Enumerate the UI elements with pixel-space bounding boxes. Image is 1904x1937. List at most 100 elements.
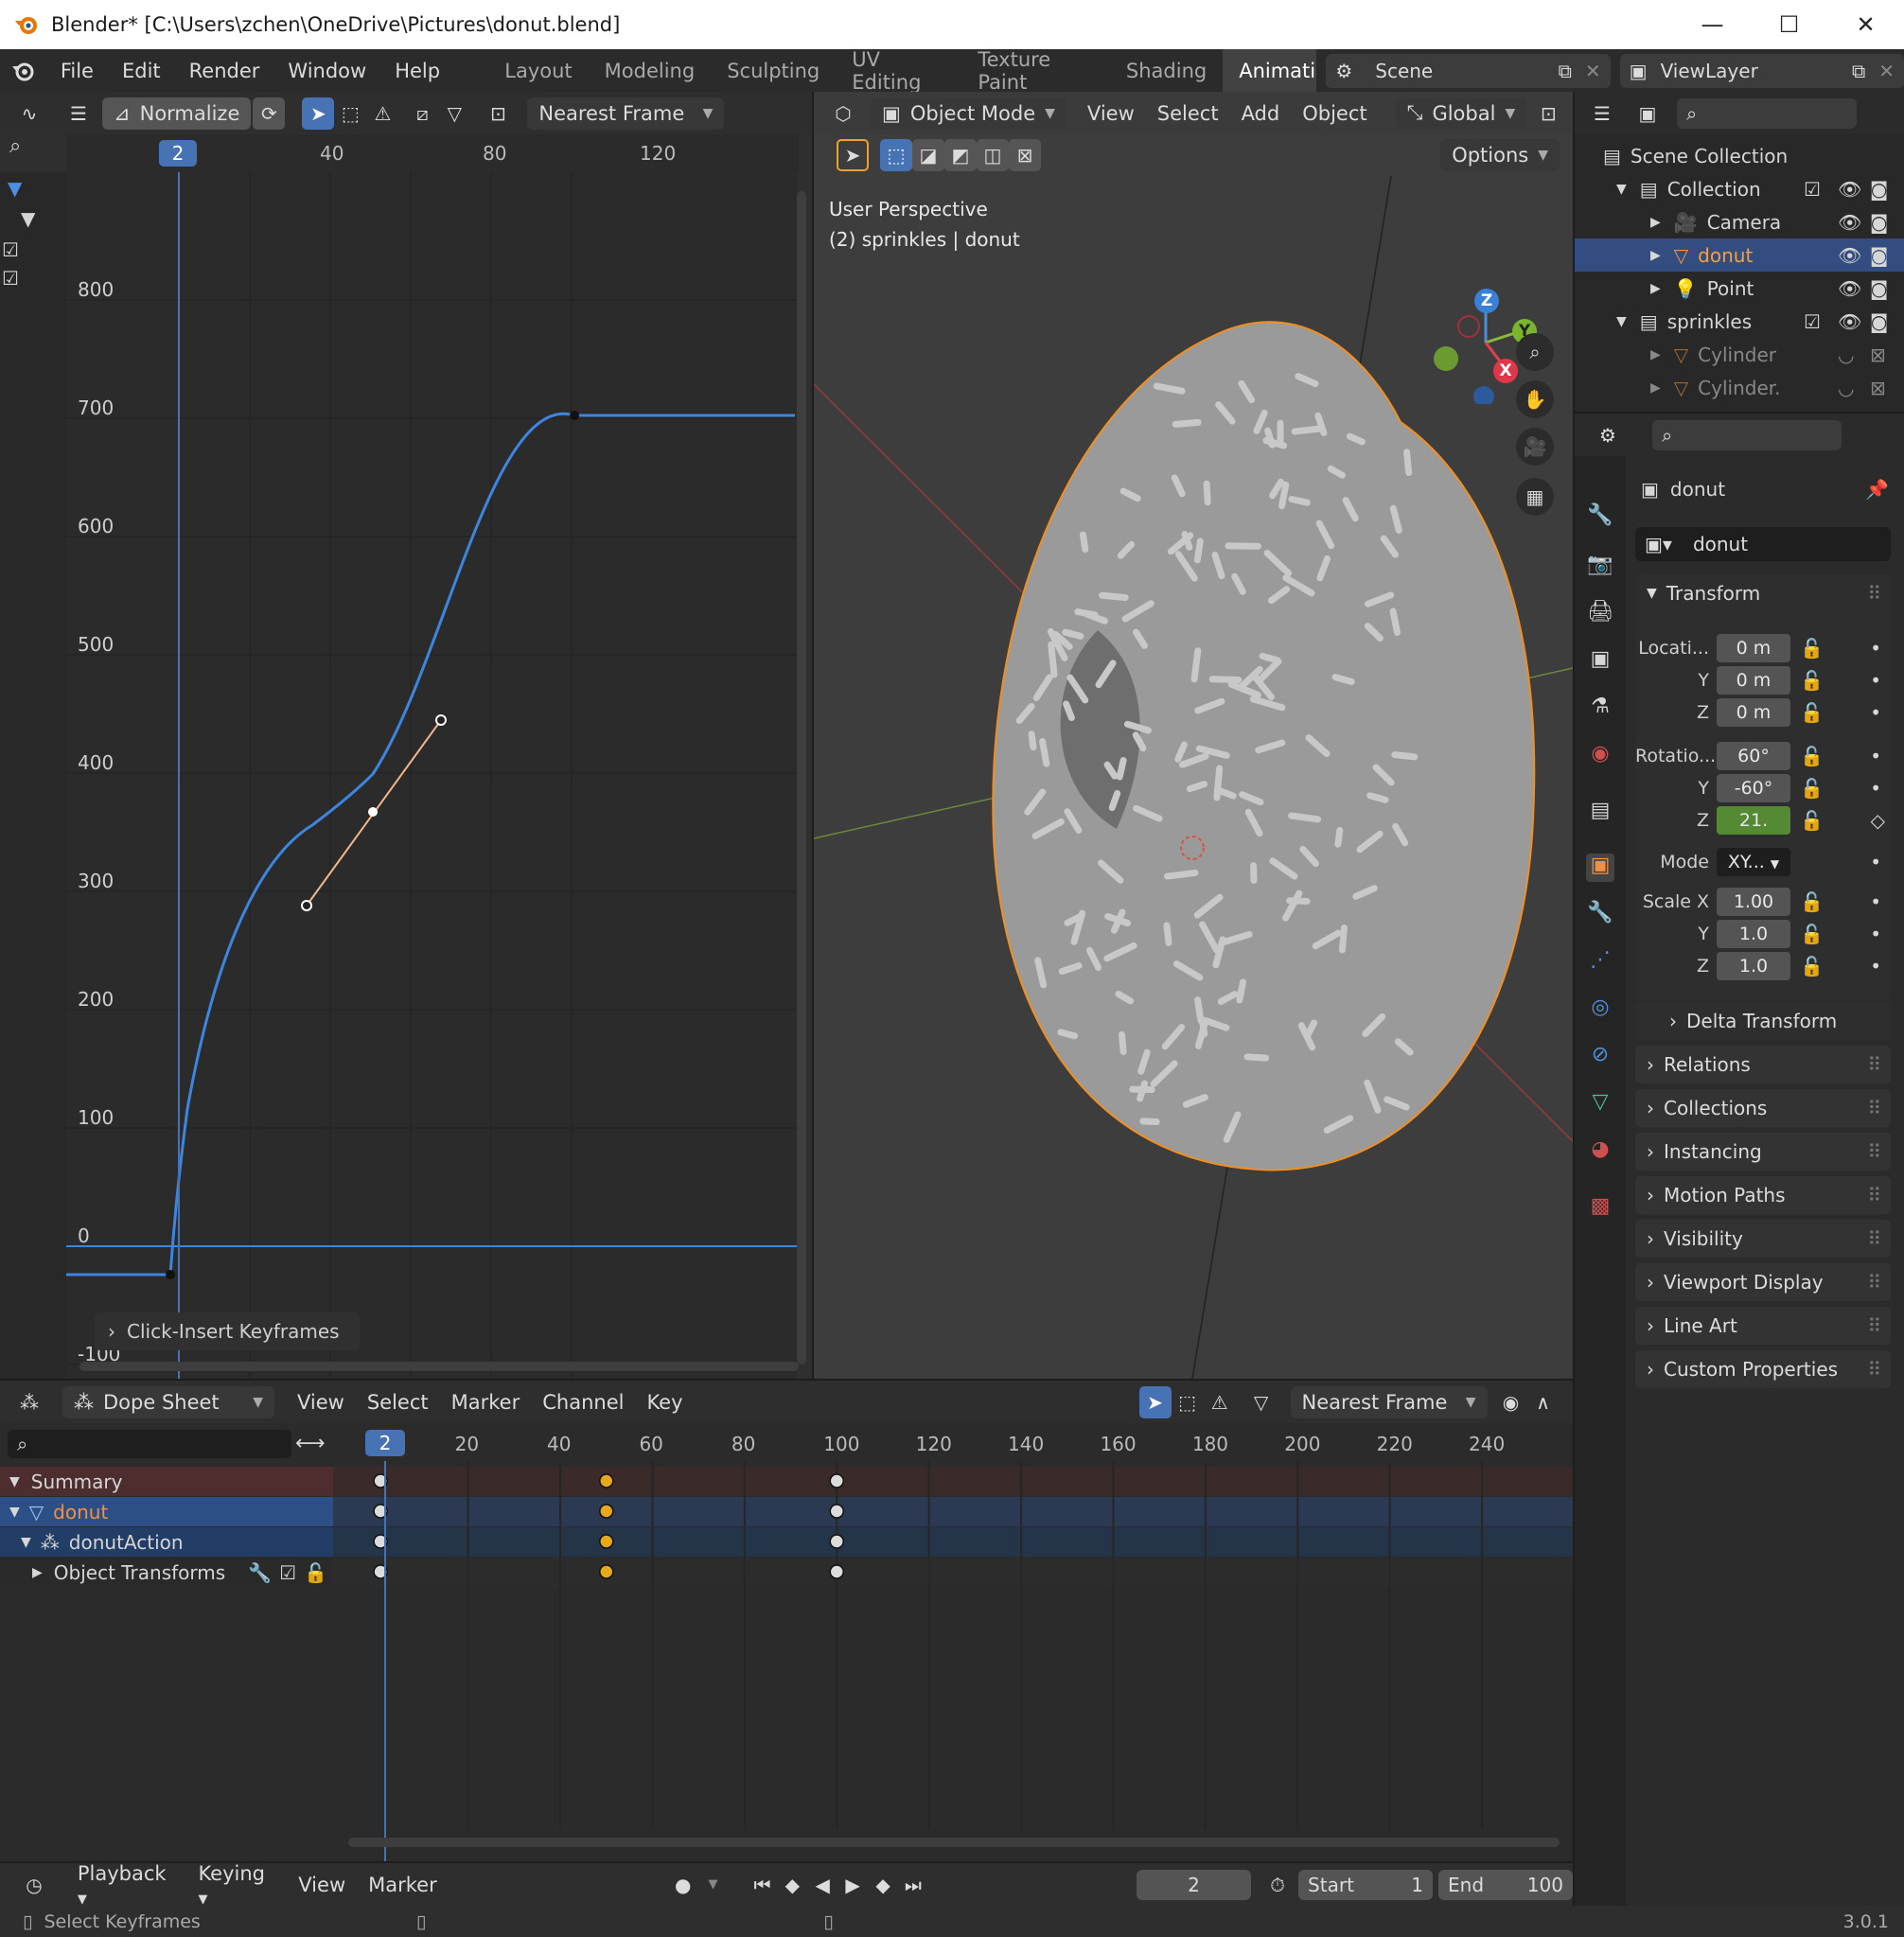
editor-type-icon[interactable]: ⬡ (827, 97, 859, 130)
outliner-item-cylinder[interactable]: ▶ ▽ Cylinder ◡ ⊠ (1575, 338, 1904, 371)
select-invert-icon[interactable]: ◫ (977, 139, 1009, 171)
viewport-menu-view[interactable]: View (1076, 102, 1146, 125)
dopesheet-menu-channel[interactable]: Channel (531, 1391, 635, 1414)
channel-search-input[interactable]: ⌕ (8, 1430, 291, 1458)
world-tab-icon[interactable]: ◉ (1586, 742, 1614, 770)
jump-start-icon[interactable]: ⏮ (748, 1869, 778, 1901)
menu-window[interactable]: Window (273, 60, 380, 82)
location-x-field[interactable]: 0 m (1717, 634, 1790, 662)
physics-tab-icon[interactable]: ◎ (1586, 995, 1614, 1024)
camera-render-off-icon[interactable]: ⊠ (1870, 343, 1886, 366)
viewport-menu-add[interactable]: Add (1230, 102, 1292, 125)
keyframe[interactable] (829, 1504, 845, 1519)
panel-visibility[interactable]: › Visibility ⠿ (1635, 1220, 1891, 1258)
select-extend-icon[interactable]: ◪ (912, 139, 944, 171)
scene-tab-icon[interactable]: ⚗ (1586, 695, 1614, 723)
render-tab-icon[interactable]: 📷 (1586, 553, 1614, 581)
panel-viewport-display[interactable]: › Viewport Display ⠿ (1635, 1263, 1891, 1301)
stopwatch-icon[interactable]: ⏱ (1262, 1869, 1293, 1901)
keyframe[interactable] (829, 1564, 845, 1579)
menu-render[interactable]: Render (175, 60, 274, 82)
drag-handle-icon[interactable]: ⠿ (1867, 1314, 1881, 1337)
scale-x-field[interactable]: 1.00 (1717, 888, 1790, 916)
lock-icon[interactable]: 🔓 (1800, 777, 1824, 800)
camera-render-icon[interactable]: ◙ (1870, 310, 1888, 333)
chevron-right-icon[interactable]: ▶ (1650, 248, 1661, 263)
display-mode-icon[interactable]: ▣ (1631, 97, 1664, 130)
end-frame-field[interactable]: End 100 (1438, 1869, 1573, 1900)
camera-render-icon[interactable]: ◙ (1870, 244, 1888, 267)
menu-edit[interactable]: Edit (108, 60, 175, 82)
outliner-item-collection[interactable]: ▼ ▤ Collection ☑ 👁 ◙ (1575, 172, 1904, 205)
panel-custom-properties[interactable]: › Custom Properties ⠿ (1635, 1350, 1891, 1388)
panel-line-art[interactable]: › Line Art ⠿ (1635, 1307, 1891, 1345)
jump-end-icon[interactable]: ⏭ (898, 1869, 928, 1901)
lock-icon[interactable]: 🔓 (1800, 637, 1824, 660)
snap-icon[interactable]: ⊡ (1532, 97, 1564, 130)
tab-shading[interactable]: Shading (1110, 49, 1223, 92)
tab-modeling[interactable]: Modeling (589, 49, 712, 92)
tab-texture-paint[interactable]: Texture Paint (961, 48, 1110, 94)
eye-icon[interactable]: 👁 (1838, 178, 1861, 201)
panel-relations[interactable]: › Relations ⠿ (1635, 1046, 1891, 1083)
chevron-down-icon[interactable]: ▼ (698, 1869, 729, 1901)
dopesheet-mode-dropdown[interactable]: ⁂ Dope Sheet ▼ (62, 1385, 274, 1418)
editor-type-icon[interactable]: ⚙ (1592, 419, 1624, 451)
current-frame-indicator[interactable]: 2 (159, 140, 197, 167)
keyframe[interactable] (599, 1504, 614, 1519)
camera-render-icon[interactable]: ◙ (1870, 277, 1888, 300)
drag-handle-icon[interactable]: ⠿ (1867, 1227, 1881, 1250)
checkbox-icon[interactable]: ☑ (1804, 310, 1821, 333)
editor-type-icon[interactable]: ∿ (13, 97, 45, 130)
channel-object-transforms[interactable]: ▶ Object Transforms 🔧 ☑ 🔓 (0, 1558, 333, 1587)
chevron-down-icon[interactable]: ▼ (9, 1474, 20, 1489)
filter-icon[interactable]: ▽ (1245, 1386, 1278, 1418)
last-operator-panel[interactable]: › Click-Insert Keyframes (95, 1312, 360, 1350)
data-tab-icon[interactable]: ▽ (1586, 1090, 1614, 1118)
keyframe-dot-icon[interactable]: • (1870, 745, 1881, 767)
chevron-down-icon[interactable]: ▼ (21, 1535, 31, 1550)
drag-handle-icon[interactable]: ⠿ (1867, 1184, 1881, 1206)
viewport-menu-select[interactable]: Select (1146, 102, 1230, 125)
lock-icon[interactable]: 🔓 (1800, 701, 1824, 724)
dopesheet-menu-marker[interactable]: Marker (440, 1391, 532, 1414)
menu-file[interactable]: File (46, 60, 108, 82)
filter-icon[interactable]: ▽ (438, 97, 470, 130)
texture-tab-icon[interactable]: ▩ (1586, 1194, 1614, 1223)
maximize-button[interactable]: ☐ (1751, 0, 1827, 49)
eye-closed-icon[interactable]: ◡ (1838, 377, 1854, 399)
options-dropdown[interactable]: Options ▼ (1440, 139, 1560, 171)
only-show-errors-icon[interactable]: ⚠ (366, 97, 398, 130)
camera-render-off-icon[interactable]: ⊠ (1870, 377, 1886, 399)
current-frame-field[interactable]: 2 (1136, 1869, 1252, 1900)
graph-curve-area[interactable]: 8007006005004003002001000-100 (0, 172, 812, 1379)
dopesheet-keyframes[interactable] (333, 1461, 1573, 1861)
material-tab-icon[interactable]: ◕ (1586, 1137, 1614, 1166)
dopesheet-menu-key[interactable]: Key (635, 1391, 694, 1414)
eye-icon[interactable]: 👁 (1838, 277, 1861, 300)
dope-sheet[interactable]: ⁂ ⁂ Dope Sheet ▼ View Select Marker Chan… (0, 1381, 1573, 1861)
drag-handle-icon[interactable]: ⠿ (1867, 1140, 1881, 1163)
outliner-item-donut[interactable]: ▶ ▽ donut 👁 ◙ (1575, 238, 1904, 272)
keyframe-dot-icon[interactable]: • (1870, 637, 1881, 660)
outliner-item-cylinder-2[interactable]: ▶ ▽ Cylinder. ◡ ⊠ (1575, 371, 1904, 404)
outliner-scene-collection[interactable]: ▤ Scene Collection (1575, 139, 1904, 172)
lock-icon[interactable]: 🔓 (1800, 890, 1824, 913)
pin-icon[interactable]: 📌 (1865, 478, 1889, 501)
box-select-icon[interactable]: ⬚ (1172, 1386, 1204, 1418)
normalize-curves-icon[interactable]: ⧄ (406, 97, 438, 130)
camera-view-icon[interactable]: 🎥 (1516, 428, 1554, 466)
lock-icon[interactable]: 🔓 (1800, 669, 1824, 692)
collection-tab-icon[interactable]: ▤ (1586, 799, 1614, 827)
delete-scene-icon[interactable]: ✕ (1585, 60, 1601, 82)
lock-icon[interactable]: 🔓 (1800, 923, 1824, 945)
new-view-layer-icon[interactable]: ⧉ (1852, 60, 1865, 82)
lock-icon[interactable]: 🔓 (1800, 809, 1824, 832)
tab-layout[interactable]: Layout (488, 49, 588, 92)
checkbox-icon[interactable]: ☑ (279, 1561, 296, 1584)
tool-tab-icon[interactable]: 🔧 (1586, 503, 1614, 532)
chevron-right-icon[interactable]: ▶ (32, 1565, 43, 1580)
viewport-menu-object[interactable]: Object (1291, 102, 1378, 125)
start-frame-field[interactable]: Start 1 (1298, 1869, 1433, 1900)
drag-handle-icon[interactable]: ⠿ (1867, 1053, 1881, 1076)
